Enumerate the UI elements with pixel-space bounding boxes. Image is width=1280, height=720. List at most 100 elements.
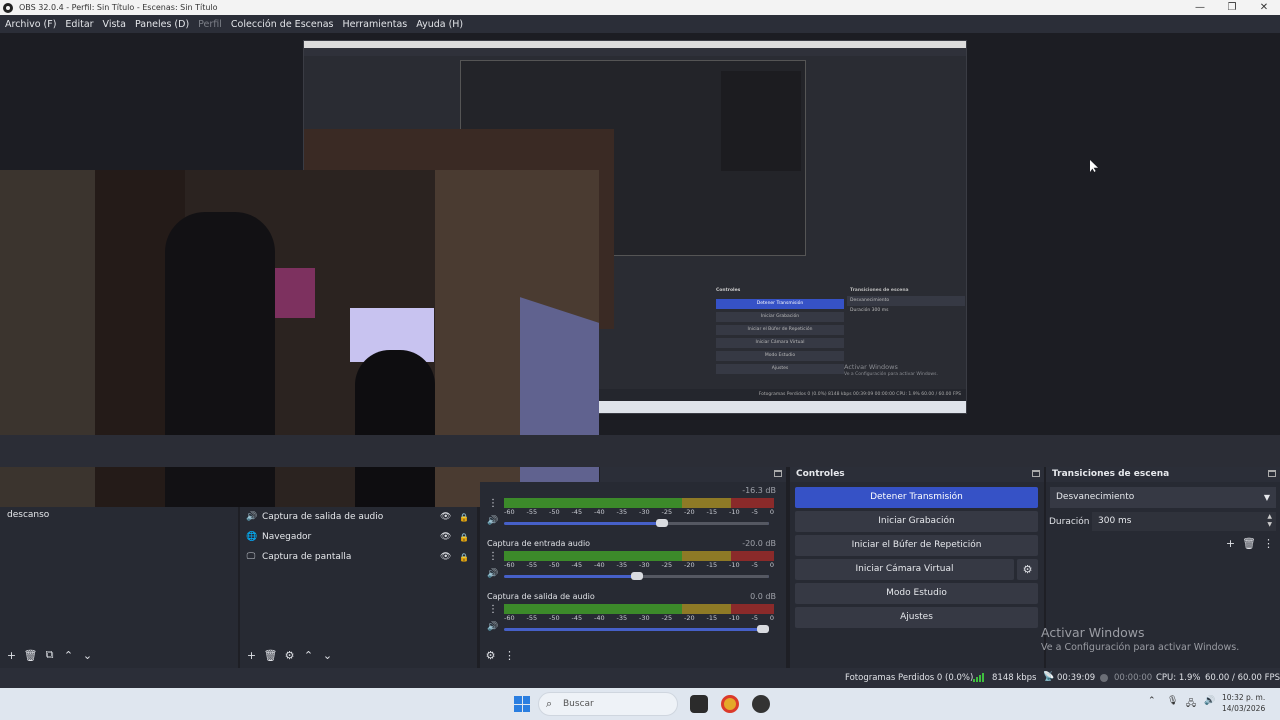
minimize-button[interactable]: — [1184,0,1216,15]
remove-source-icon[interactable]: 🗑 [261,649,280,662]
scene-filters-icon[interactable]: ⧉ [40,648,59,662]
track-menu-icon[interactable]: ⋮ [488,551,498,562]
scenes-footer: + 🗑 ⧉ ⌃ ⌄ [2,643,97,667]
menu-coleccion-escenas[interactable]: Colección de Escenas [231,19,334,30]
menu-herramientas[interactable]: Herramientas [343,19,408,30]
stop-stream-button[interactable]: Detener Transmisión [795,487,1038,508]
mixer-undock-icon[interactable] [774,470,782,477]
add-scene-icon[interactable]: + [2,649,21,662]
volume-icon[interactable]: 🔊 [487,569,498,579]
controls-undock-icon[interactable] [1032,470,1040,477]
remove-scene-icon[interactable]: 🗑 [21,649,40,662]
menu-editar[interactable]: Editar [65,19,93,30]
start-replay-buffer-button[interactable]: Iniciar el Búfer de Repetición [795,535,1038,556]
search-icon: ⌕ [546,697,553,710]
source-properties-icon[interactable]: ⚙ [280,649,299,662]
volume-slider[interactable] [504,519,769,527]
transition-menu-icon[interactable]: ⋮ [1263,537,1274,550]
source-down-icon[interactable]: ⌄ [318,649,337,662]
nested-trans-select: Desvanecimiento [847,296,965,306]
scale-tick: -30 [639,614,650,622]
menu-ayuda[interactable]: Ayuda (H) [416,19,463,30]
stream-icon: 📡 [1043,672,1055,682]
nested-replay-button: Iniciar el Búfer de Repetición [716,325,844,335]
scale-tick: -10 [729,508,740,516]
scale-tick: -30 [639,561,650,569]
visibility-eye-icon[interactable]: 👁 [440,552,451,562]
source-row[interactable]: 🔊 Captura de salida de audio 👁 🔒 [240,507,477,527]
visibility-eye-icon[interactable]: 👁 [440,512,451,522]
search-placeholder: Buscar [563,699,594,709]
source-row[interactable]: 🌐 Navegador 👁 🔒 [240,527,477,547]
taskbar-search[interactable]: ⌕ Buscar [538,692,678,716]
menu-archivo[interactable]: Archivo (F) [5,19,56,30]
volume-slider[interactable] [504,572,769,580]
volume-knob[interactable] [631,572,643,580]
volume-knob[interactable] [757,625,769,633]
lock-icon[interactable]: 🔒 [459,513,469,522]
duration-spinner-icon[interactable]: ▲ ▼ [1267,513,1272,529]
scene-up-icon[interactable]: ⌃ [59,649,78,662]
scale-tick: 0 [769,614,774,622]
track-menu-icon[interactable]: ⋮ [488,498,498,509]
duration-input[interactable]: 300 ms ▲ ▼ [1092,512,1276,531]
mixer-footer: ⚙ ⋮ [481,643,519,667]
nested-watermark: Activar Windows Ve a Configuración para … [844,363,938,379]
volume-knob[interactable] [656,519,668,527]
settings-button[interactable]: Ajustes [795,607,1038,628]
menu-paneles[interactable]: Paneles (D) [135,19,189,30]
scale-tick: -20 [684,561,695,569]
mixer-settings-icon[interactable]: ⚙ [481,649,500,662]
source-row[interactable]: 🖵 Captura de pantalla 👁 🔒 [240,547,477,567]
nested-titlebar [304,41,966,48]
transition-select[interactable]: Desvanecimiento ▼ [1050,487,1276,508]
volume-icon[interactable]: 🔊 [487,622,498,632]
add-transition-icon[interactable]: + [1226,537,1235,550]
remove-transition-icon[interactable]: 🗑 [1242,537,1256,550]
clock-date: 14/03/2026 [1222,704,1266,713]
lock-icon[interactable]: 🔒 [459,533,469,542]
scale-tick: 0 [769,561,774,569]
scene-item-descanso[interactable]: descanso [0,507,238,523]
add-source-icon[interactable]: + [242,649,261,662]
visibility-eye-icon[interactable]: 👁 [440,532,451,542]
nested-inner-preview [721,71,801,171]
window-titlebar: OBS 32.0.4 - Perfil: Sin Título - Escena… [0,0,1280,15]
start-virtual-camera-button[interactable]: Iniciar Cámara Virtual [795,559,1014,580]
scale-tick: -45 [571,614,583,622]
source-up-icon[interactable]: ⌃ [299,649,318,662]
stream-time: 00:39:09 [1057,673,1096,683]
tray-chevron-icon[interactable]: ⌃ [1148,696,1156,706]
chrome-icon[interactable] [721,695,739,713]
microphone-icon[interactable]: 🎙 [1167,696,1178,706]
start-recording-button[interactable]: Iniciar Grabación [795,511,1038,532]
windows-start-icon[interactable] [514,696,530,712]
close-button[interactable]: ✕ [1248,0,1280,15]
studio-mode-button[interactable]: Modo Estudio [795,583,1038,604]
taskbar-clock[interactable]: 10:32 p. m. 14/03/2026 [1222,692,1265,714]
lock-icon[interactable]: 🔒 [459,553,469,562]
scale-tick: -5 [751,561,758,569]
status-bar: Fotogramas Perdidos 0 (0.0%) 8148 kbps 📡… [0,668,1280,688]
volume-icon[interactable]: 🔊 [487,516,498,526]
track-name: Captura de salida de audio [487,592,595,601]
scene-down-icon[interactable]: ⌄ [78,649,97,662]
obs-taskbar-icon[interactable] [752,695,770,713]
maximize-button[interactable]: ❐ [1216,0,1248,15]
audio-mixer-panel: -16.3 dB ⋮ -60 -55 -50 -45 -40 -35 -30 -25 -20 -1… [480,482,786,668]
task-view-icon[interactable] [690,695,708,713]
menu-vista[interactable]: Vista [103,19,126,30]
volume-tray-icon[interactable]: 🔊 [1204,696,1215,706]
scale-tick: -20 [684,508,695,516]
network-icon[interactable]: 🖧 [1186,696,1196,712]
virtual-camera-gear-icon[interactable]: ⚙ [1017,559,1038,580]
mixer-menu-icon[interactable]: ⋮ [500,649,519,662]
windows-activation-watermark: Activar Windows Ve a Configuración para … [1041,625,1239,653]
webcam-laptop-screen [520,297,599,507]
transitions-undock-icon[interactable] [1268,470,1276,477]
nested-transitions: Transiciones de escena Desvanecimiento D… [847,286,965,336]
track-menu-icon[interactable]: ⋮ [488,604,498,615]
volume-slider[interactable] [504,625,769,633]
menu-perfil[interactable]: Perfil [198,19,222,30]
source-name: Captura de pantalla [262,552,352,562]
